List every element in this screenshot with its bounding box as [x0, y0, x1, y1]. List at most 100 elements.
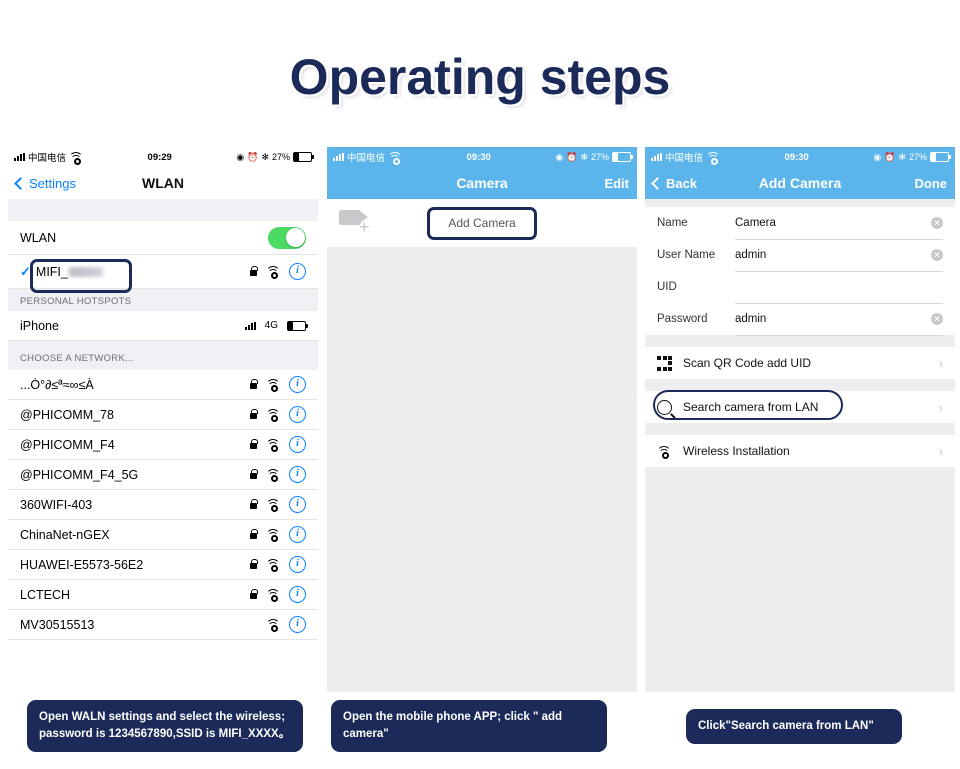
network-row[interactable]: 360WIFI-403 i	[8, 490, 318, 520]
network-name: @PHICOMM_F4	[20, 437, 115, 452]
back-to-settings-button[interactable]: Settings	[14, 175, 76, 191]
wifi-status-icon	[388, 151, 403, 165]
battery-percent-label: 27%	[271, 152, 290, 162]
field-label: Name	[657, 217, 688, 229]
network-row[interactable]: @PHICOMM_78 i	[8, 400, 318, 430]
edit-button[interactable]: Edit	[604, 176, 629, 191]
wifi-icon	[266, 439, 280, 452]
field-label: User Name	[657, 249, 716, 261]
network-name-prefix: MIFI_	[35, 264, 68, 279]
caption-step-3: Click"Search camera from LAN"	[686, 709, 902, 744]
field-input[interactable]	[735, 271, 943, 304]
connected-network-name: MIFI_	[36, 265, 250, 279]
network-row[interactable]: ChinaNet-nGEX i	[8, 520, 318, 550]
wlan-toggle-row[interactable]: WLAN	[8, 221, 318, 255]
info-button[interactable]: i	[289, 586, 306, 603]
status-time: 09:30	[784, 151, 809, 163]
chevron-right-icon: ›	[938, 355, 943, 371]
list-spacer	[645, 423, 955, 435]
signal-bars-icon	[244, 321, 256, 330]
info-button[interactable]: i	[289, 436, 306, 453]
network-row[interactable]: HUAWEI-E5573-56E2 i	[8, 550, 318, 580]
hotspot-row-iphone[interactable]: iPhone 4G	[8, 311, 318, 341]
chevron-left-icon	[651, 176, 664, 190]
carrier-label: 中国电信	[347, 153, 386, 164]
signal-bars-icon	[14, 153, 25, 161]
wlan-toggle-switch[interactable]	[268, 226, 306, 249]
network-row[interactable]: LCTECH i	[8, 580, 318, 610]
network-name: HUAWEI-E5573-56E2	[20, 557, 144, 572]
info-button[interactable]: i	[289, 526, 306, 543]
lock-icon	[250, 499, 258, 509]
network-type-label: 4G	[264, 320, 278, 331]
network-row[interactable]: ...Ò°∂≤ª≈∞≤À i	[8, 370, 318, 400]
field-list: Name Camera ✕ User Name admin ✕ UID Password adm…	[645, 207, 955, 336]
info-button[interactable]: i	[289, 556, 306, 573]
menu-row-search-camera-from-lan[interactable]: Search camera from LAN ›	[645, 390, 955, 423]
field-input[interactable]: Camera ✕	[735, 207, 943, 240]
network-row[interactable]: @PHICOMM_F4 i	[8, 430, 318, 460]
chevron-right-icon: ›	[938, 443, 943, 459]
empty-camera-area	[327, 247, 637, 692]
caption-step-1: Open WALN settings and select the wirele…	[27, 700, 303, 752]
phone-screen-camera-app: 中国电信 09:30 ◉ ⏰ ✻ 27% Camera Edit + Add C…	[327, 147, 637, 692]
redacted-suffix	[68, 266, 103, 277]
status-time: 09:30	[466, 151, 491, 163]
field-name[interactable]: Name Camera ✕	[645, 207, 955, 240]
battery-percent-label: 27%	[590, 152, 609, 162]
connected-network-row[interactable]: ✓ MIFI_ i	[8, 255, 318, 289]
nav-bar: Settings WLAN	[8, 167, 318, 199]
bluetooth-icon: ✻	[261, 151, 269, 162]
info-button[interactable]: i	[289, 406, 306, 423]
network-name: ChinaNet-nGEX	[20, 527, 110, 542]
status-bar: 中国电信 09:29 ◉ ⏰ ✻ 27%	[8, 147, 318, 167]
form-bottom-spacer	[645, 467, 955, 667]
network-list: ...Ò°∂≤ª≈∞≤À i @PHICOMM_78 i @PHICOMM_F4 i @PH…	[8, 370, 318, 640]
field-user-name[interactable]: User Name admin ✕	[645, 239, 955, 272]
add-camera-button[interactable]: Add Camera	[427, 206, 537, 240]
back-label: Settings	[29, 175, 76, 191]
clear-icon[interactable]: ✕	[931, 248, 943, 261]
add-camera-row[interactable]: + Add Camera	[327, 199, 637, 247]
wifi-icon	[266, 589, 280, 602]
menu-row-scan-qr-code-add-uid[interactable]: Scan QR Code add UID ›	[645, 347, 955, 379]
wifi-icon	[266, 559, 280, 572]
add-camera-form: Name Camera ✕ User Name admin ✕ UID Password adm…	[645, 199, 955, 692]
menu-row-wireless-installation[interactable]: Wireless Installation ›	[645, 435, 955, 467]
field-value: admin	[735, 248, 767, 261]
lock-icon	[250, 529, 258, 539]
back-button[interactable]: Back	[651, 175, 698, 191]
lock-icon	[250, 266, 258, 276]
network-row[interactable]: MV30515513 i	[8, 610, 318, 640]
info-button[interactable]: i	[289, 466, 306, 483]
personal-hotspots-header: PERSONAL HOTSPOTS	[8, 289, 318, 311]
field-password[interactable]: Password admin ✕	[645, 303, 955, 336]
wifi-icon	[266, 619, 280, 632]
search-icon	[657, 399, 683, 415]
field-input[interactable]: admin ✕	[735, 239, 943, 272]
clear-icon[interactable]: ✕	[931, 216, 943, 229]
status-bar: 中国电信 09:30 ◉ ⏰ ✻ 27%	[645, 147, 955, 167]
lock-icon	[250, 379, 258, 389]
camera-list-body: + Add Camera CameraPictureVideoiAbout	[327, 199, 637, 692]
info-button[interactable]: i	[289, 263, 306, 280]
lock-icon	[250, 469, 258, 479]
field-value: Camera	[735, 216, 776, 229]
info-button[interactable]: i	[289, 376, 306, 393]
back-label: Back	[666, 175, 698, 191]
info-button[interactable]: i	[289, 496, 306, 513]
battery-icon	[287, 320, 308, 331]
done-button[interactable]: Done	[915, 176, 948, 191]
phone-screen-add-camera: 中国电信 09:30 ◉ ⏰ ✻ 27% Back Add Camera Don…	[645, 147, 955, 692]
carrier-label: 中国电信	[665, 153, 704, 164]
network-row[interactable]: @PHICOMM_F4_5G i	[8, 460, 318, 490]
info-button[interactable]: i	[289, 616, 306, 633]
nav-title: Camera	[456, 175, 508, 191]
lock-icon	[250, 409, 258, 419]
lock-icon	[250, 439, 258, 449]
wifi-icon	[266, 409, 280, 422]
nav-bar: Back Add Camera Done	[645, 167, 955, 199]
clear-icon[interactable]: ✕	[931, 312, 943, 325]
field-input[interactable]: admin ✕	[735, 303, 943, 336]
field-uid[interactable]: UID	[645, 271, 955, 304]
